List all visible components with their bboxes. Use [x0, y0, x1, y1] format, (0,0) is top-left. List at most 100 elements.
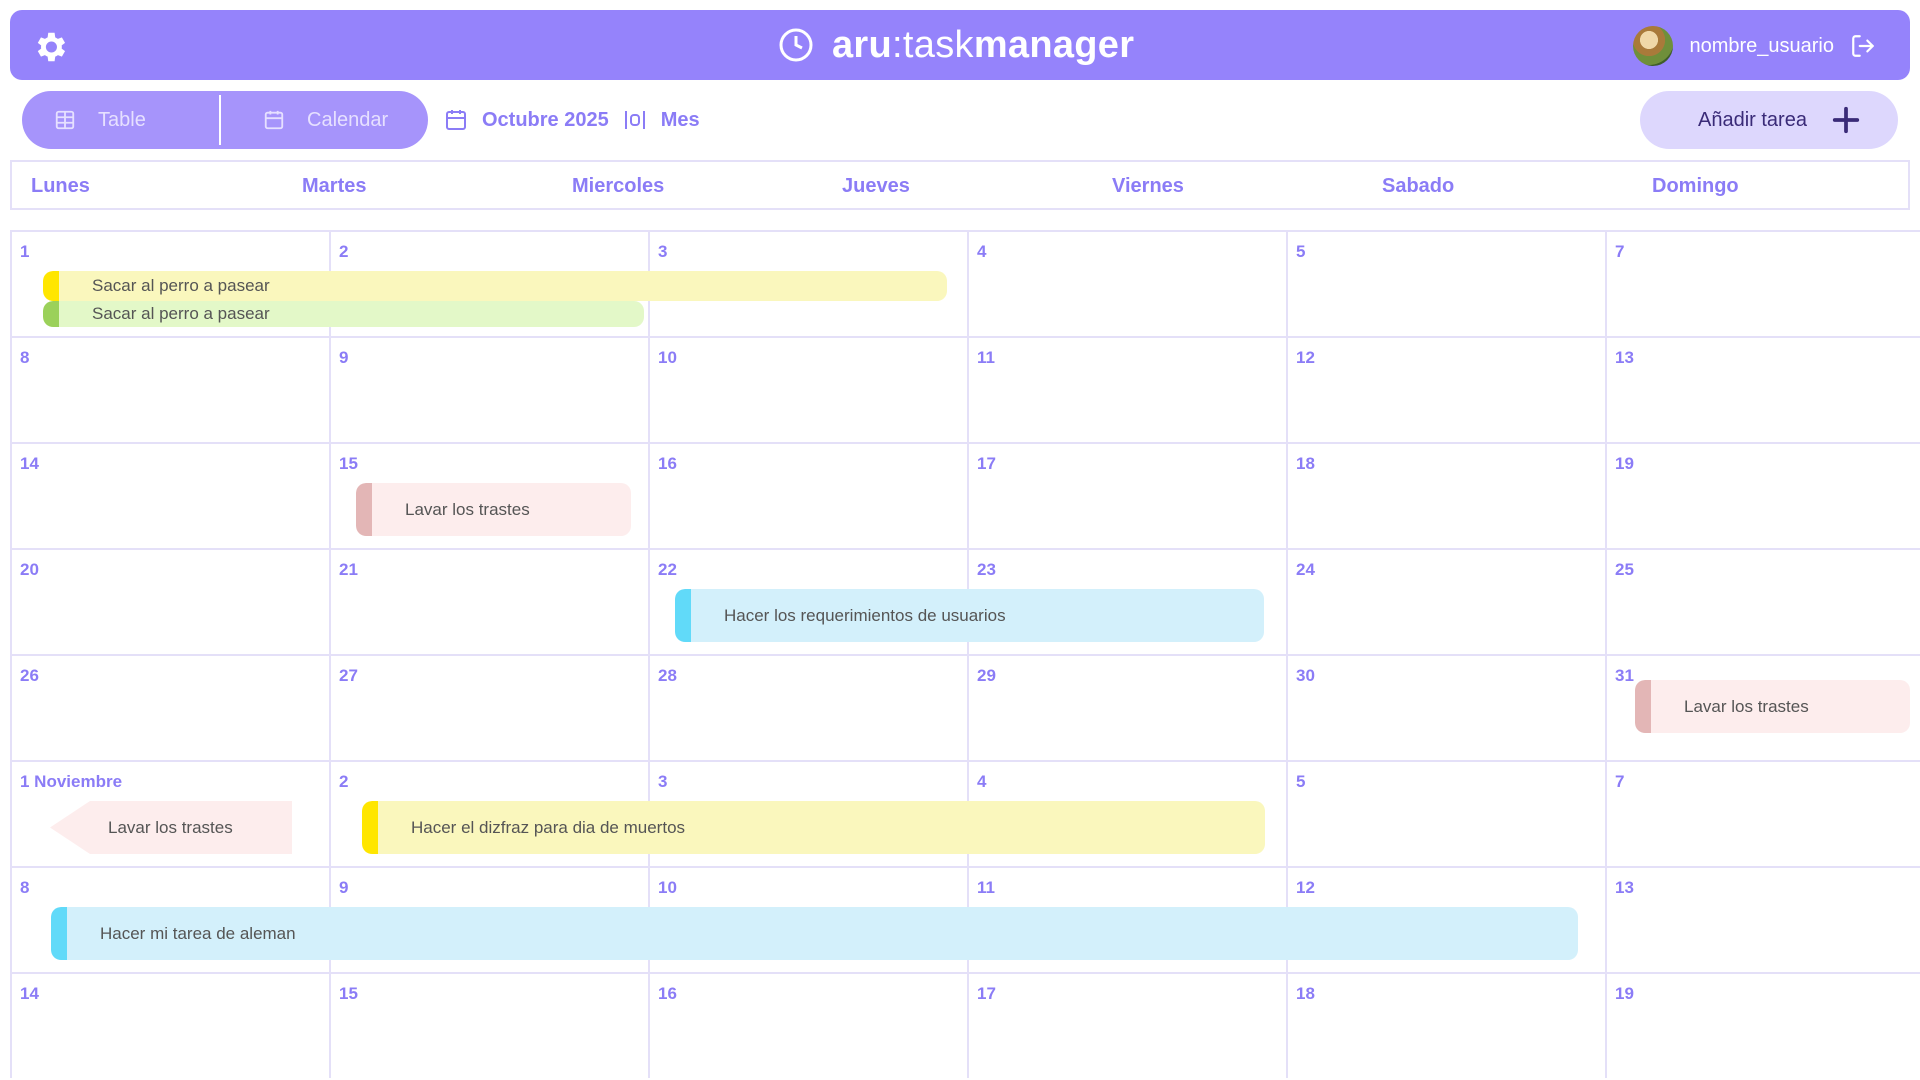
calendar-cell[interactable]: 16	[648, 972, 967, 1078]
day-number: 10	[658, 348, 677, 367]
day-number: 9	[339, 878, 349, 897]
event-title: Lavar los trastes	[405, 499, 530, 519]
day-number: 10	[658, 878, 677, 897]
day-number: 3	[658, 242, 668, 261]
view-table-label: Table	[98, 108, 146, 131]
gear-icon[interactable]	[31, 28, 69, 66]
day-number: 8	[20, 348, 30, 367]
calendar-cell[interactable]: 16	[648, 442, 967, 548]
event-chip[interactable]: Lavar los trastes	[356, 483, 631, 536]
calendar-cell[interactable]: 5	[1286, 760, 1605, 866]
calendar-cell[interactable]: 5	[1286, 230, 1605, 336]
range-selector[interactable]: Mes	[661, 109, 700, 132]
calendar-cell[interactable]: 20	[10, 548, 329, 654]
table-icon	[55, 110, 75, 130]
calendar-cell[interactable]: 19	[1605, 972, 1920, 1078]
event-title: Hacer mi tarea de aleman	[100, 923, 296, 943]
day-number: 19	[1615, 984, 1634, 1003]
event-chip[interactable]: Hacer el dizfraz para dia de muertos	[362, 801, 1265, 854]
event-chip[interactable]: Lavar los trastes	[50, 801, 292, 854]
calendar-cell[interactable]: 18	[1286, 442, 1605, 548]
day-number: 8	[20, 878, 30, 897]
calendar-cell[interactable]: 29	[967, 654, 1286, 760]
calendar-cell[interactable]: 7	[1605, 230, 1920, 336]
day-number: 22	[658, 560, 677, 579]
day-number: 7	[1615, 242, 1625, 261]
day-number: 12	[1296, 348, 1315, 367]
day-number: 26	[20, 666, 39, 685]
day-number: 29	[977, 666, 996, 685]
plus-icon	[1832, 106, 1860, 134]
event-chip[interactable]: Lavar los trastes	[1635, 680, 1910, 733]
calendar-cell[interactable]: 9	[329, 336, 648, 442]
day-number: 30	[1296, 666, 1315, 685]
day-number: 18	[1296, 984, 1315, 1003]
calendar-cell[interactable]: 13	[1605, 866, 1920, 972]
day-number: 21	[339, 560, 358, 579]
calendar-cell[interactable]: 26	[10, 654, 329, 760]
calendar-cell[interactable]: 4	[967, 230, 1286, 336]
day-number: 15	[339, 984, 358, 1003]
event-title: Sacar al perro a pasear	[92, 304, 270, 323]
app-brand: aru:taskmanager	[778, 24, 1134, 66]
range-icon[interactable]	[623, 108, 647, 132]
event-chip[interactable]: Sacar al perro a pasear	[43, 301, 644, 327]
calendar-cell[interactable]: 13	[1605, 336, 1920, 442]
event-title: Sacar al perro a pasear	[92, 276, 270, 295]
calendar-cell[interactable]: 28	[648, 654, 967, 760]
calendar-cell[interactable]: 11	[967, 336, 1286, 442]
day-number: 1 Noviembre	[20, 772, 123, 791]
day-number: 14	[20, 454, 39, 473]
calendar-cell[interactable]: 15	[329, 972, 648, 1078]
calendar-cell[interactable]: 24	[1286, 548, 1605, 654]
weekday-label: Sabado	[1382, 175, 1455, 197]
date-control: Octubre 2025 Mes	[444, 108, 700, 132]
calendar-icon	[264, 110, 284, 130]
day-number: 27	[339, 666, 358, 685]
calendar-cell[interactable]: 17	[967, 442, 1286, 548]
day-number: 11	[977, 878, 995, 897]
calendar-cell[interactable]: 14	[10, 972, 329, 1078]
logout-icon[interactable]	[1850, 33, 1876, 59]
month-selector[interactable]: Octubre 2025	[482, 109, 609, 132]
weekday-label: Lunes	[31, 175, 90, 197]
calendar-cell[interactable]: 7	[1605, 760, 1920, 866]
calendar-cell[interactable]: 18	[1286, 972, 1605, 1078]
clock-icon	[779, 28, 813, 62]
calendar-cell[interactable]: 10	[648, 336, 967, 442]
day-number: 19	[1615, 454, 1634, 473]
calendar-cell[interactable]: 14	[10, 442, 329, 548]
day-number: 9	[339, 348, 349, 367]
event-chip[interactable]: Sacar al perro a pasear	[43, 271, 947, 301]
view-calendar-button[interactable]: Calendar	[219, 95, 428, 145]
day-number: 5	[1296, 242, 1306, 261]
event-chip[interactable]: Hacer mi tarea de aleman	[51, 907, 1578, 960]
weekday-header: Lunes Martes Miercoles Jueves Viernes Sa…	[10, 160, 1910, 210]
calendar-cell[interactable]: 25	[1605, 548, 1920, 654]
event-chip[interactable]: Hacer los requerimientos de usuarios	[675, 589, 1264, 642]
calendar-cell[interactable]: 12	[1286, 336, 1605, 442]
app-header: aru:taskmanager nombre_usuario	[10, 10, 1910, 80]
view-table-button[interactable]: Table	[22, 91, 219, 149]
calendar-cell[interactable]: 8	[10, 336, 329, 442]
day-number: 14	[20, 984, 39, 1003]
calendar-cell[interactable]: 30	[1286, 654, 1605, 760]
day-number: 5	[1296, 772, 1306, 791]
day-number: 4	[977, 772, 987, 791]
event-title: Hacer los requerimientos de usuarios	[724, 605, 1006, 625]
day-number: 11	[977, 348, 995, 367]
weekday-label: Jueves	[842, 175, 910, 197]
calendar-cell[interactable]: 21	[329, 548, 648, 654]
day-number: 23	[977, 560, 996, 579]
calendar-icon[interactable]	[444, 108, 468, 132]
weekday-label: Domingo	[1652, 175, 1739, 197]
day-number: 17	[977, 454, 996, 473]
calendar-cell[interactable]: 19	[1605, 442, 1920, 548]
add-task-button[interactable]: Añadir tarea	[1640, 91, 1898, 149]
day-number: 18	[1296, 454, 1315, 473]
calendar-cell[interactable]: 17	[967, 972, 1286, 1078]
calendar-cell[interactable]: 27	[329, 654, 648, 760]
day-number: 4	[977, 242, 987, 261]
event-title: Lavar los trastes	[108, 817, 233, 837]
avatar[interactable]	[1633, 26, 1674, 66]
